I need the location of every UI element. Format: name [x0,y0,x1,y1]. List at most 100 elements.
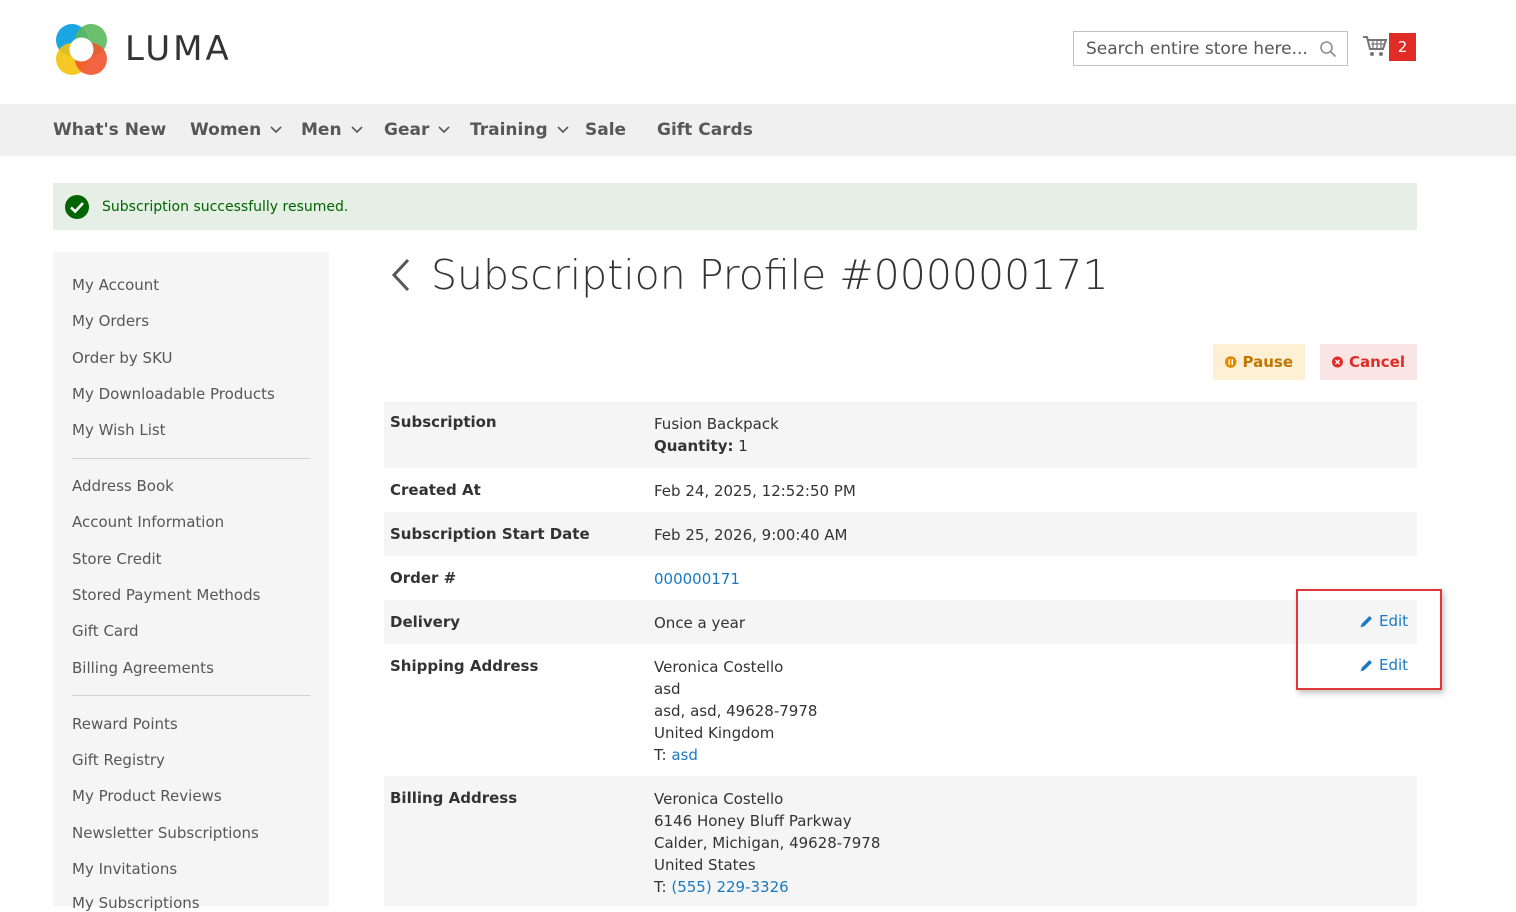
nav-item-label: Gift Cards [657,120,753,140]
table-row-delivery: Delivery Once a year Edit [384,600,1417,644]
account-sidebar: My Account My Orders Order by SKU My Dow… [53,252,329,912]
pause-button-label: Pause [1242,353,1294,371]
address-line: United States [654,856,756,874]
shipping-address-value: Veronica Costello asd asd, asd, 49628-79… [654,656,817,766]
nav-item-gift-cards[interactable]: Gift Cards [657,104,753,156]
address-line: Veronica Costello [654,658,784,676]
edit-delivery-link[interactable]: Edit [1359,612,1408,630]
row-label: Billing Address [390,789,518,807]
chevron-down-icon [270,126,282,134]
pause-button[interactable]: Pause [1213,344,1305,380]
header: LUMA 2 [0,0,1516,104]
table-row-shipping-address: Shipping Address Veronica Costello asd a… [384,644,1417,776]
nav-item-label: Gear [384,120,430,140]
luma-logo[interactable]: LUMA [53,20,253,78]
row-value: Once a year [654,614,745,632]
sidebar-divider [72,458,310,459]
row-label: Subscription [390,413,497,431]
address-line: United Kingdom [654,724,775,742]
search-input[interactable] [1084,37,1312,60]
sidebar-item-gift-card[interactable]: Gift Card [72,622,139,640]
sidebar-item-my-invitations[interactable]: My Invitations [72,860,177,878]
table-row-start-date: Subscription Start Date Feb 25, 2026, 9:… [384,512,1417,556]
pencil-icon [1360,615,1372,627]
address-line: 6146 Honey Bluff Parkway [654,812,852,830]
order-number-link[interactable]: 000000171 [654,568,740,590]
row-value: Feb 25, 2026, 9:00:40 AM [654,526,848,544]
sidebar-item-address-book[interactable]: Address Book [72,477,174,495]
row-label: Shipping Address [390,657,539,675]
phone-link[interactable]: asd [671,746,698,764]
sidebar-item-product-reviews[interactable]: My Product Reviews [72,787,222,805]
luma-logo-icon [56,23,107,75]
logo-text: LUMA [125,29,232,69]
sidebar-item-my-orders[interactable]: My Orders [72,312,149,330]
cancel-button-label: Cancel [1348,353,1405,371]
chevron-down-icon [438,126,450,134]
pencil-icon [1360,659,1372,671]
edit-link-label: Edit [1379,656,1409,674]
sidebar-item-account-information[interactable]: Account Information [72,513,224,531]
back-chevron-icon[interactable] [388,257,414,293]
edit-link-label: Edit [1379,612,1409,630]
row-value: Feb 24, 2025, 12:52:50 PM [654,482,856,500]
sidebar-item-billing-agreements[interactable]: Billing Agreements [72,659,214,677]
address-line: Calder, Michigan, 49628-7978 [654,834,881,852]
nav-item-whats-new[interactable]: What's New [53,104,166,156]
sidebar-item-reward-points[interactable]: Reward Points [72,715,178,733]
success-message: Subscription successfully resumed. [53,183,1417,230]
row-label: Created At [390,481,481,499]
sidebar-item-stored-payment-methods[interactable]: Stored Payment Methods [72,586,260,604]
sidebar-item-my-account[interactable]: My Account [72,276,159,294]
phone-prefix: T: [654,878,667,896]
phone-line: T: (555) 229-3326 [654,876,880,898]
nav-item-sale[interactable]: Sale [585,104,626,156]
cart-icon[interactable] [1362,34,1388,58]
nav-item-label: What's New [53,120,167,140]
sidebar-divider [72,695,310,696]
sidebar-item-gift-registry[interactable]: Gift Registry [72,751,165,769]
quantity-label: Quantity: [654,437,734,455]
product-name: Fusion Backpack [654,415,779,433]
nav-item-men[interactable]: Men [301,104,363,156]
sidebar-item-downloadable-products[interactable]: My Downloadable Products [72,385,275,403]
nav-item-label: Sale [585,120,627,140]
nav-item-label: Men [301,120,342,140]
sidebar-item-order-by-sku[interactable]: Order by SKU [72,349,173,367]
search-box [1073,31,1348,66]
nav-item-gear[interactable]: Gear [384,104,450,156]
search-icon[interactable] [1319,40,1337,58]
row-label: Subscription Start Date [390,525,590,543]
table-row-subscription: Subscription Fusion Backpack Quantity: 1 [384,402,1417,468]
table-row-order: Order # 000000171 [384,556,1417,600]
table-row-created-at: Created At Feb 24, 2025, 12:52:50 PM [384,468,1417,512]
phone-link[interactable]: (555) 229-3326 [671,878,788,896]
nav-item-label: Women [190,120,262,140]
address-line: asd [654,680,681,698]
chevron-down-icon [557,126,569,134]
cancel-button[interactable]: Cancel [1320,344,1417,380]
page-title-row: Subscription Profile #000000171 [388,245,1108,305]
sidebar-item-store-credit[interactable]: Store Credit [72,550,162,568]
minicart[interactable]: 2 [1362,33,1418,61]
nav-item-label: Training [470,120,548,140]
nav-item-women[interactable]: Women [190,104,282,156]
success-message-text: Subscription successfully resumed. [102,198,349,215]
quantity-line: Quantity: 1 [654,435,779,457]
chevron-down-icon [350,126,363,134]
quantity-value: 1 [738,437,748,455]
main-navigation: What's New Women Men Gear Training Sale … [0,104,1516,156]
table-row-billing-address: Billing Address Veronica Costello 6146 H… [384,776,1417,906]
row-value: Fusion Backpack Quantity: 1 [654,413,779,457]
sidebar-item-wish-list[interactable]: My Wish List [72,421,166,439]
address-line: asd, asd, 49628-7978 [654,702,818,720]
phone-prefix: T: [654,746,667,764]
nav-item-training[interactable]: Training [470,104,569,156]
sidebar-item-newsletter-subscriptions[interactable]: Newsletter Subscriptions [72,824,259,842]
success-check-icon [65,194,89,219]
edit-shipping-address-link[interactable]: Edit [1359,656,1408,674]
sidebar-item-my-subscriptions[interactable]: My Subscriptions [72,894,200,912]
row-label: Order # [390,569,457,587]
billing-address-value: Veronica Costello 6146 Honey Bluff Parkw… [654,788,880,898]
row-label: Delivery [390,613,461,631]
